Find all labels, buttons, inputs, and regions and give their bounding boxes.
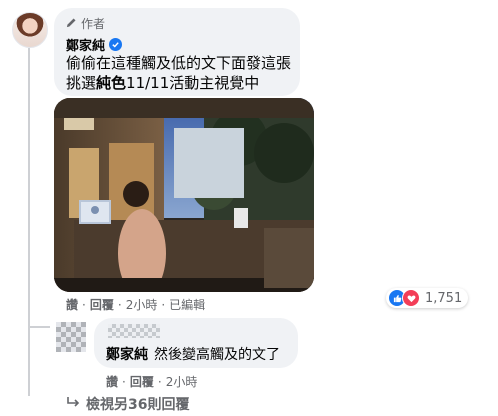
- reply-like-button[interactable]: 讚: [106, 373, 118, 390]
- author-name-label[interactable]: 鄭家純: [66, 35, 105, 54]
- author-badge: 作者: [66, 15, 105, 32]
- pencil-icon: [66, 17, 77, 31]
- verified-icon: [109, 38, 123, 51]
- reply-button[interactable]: 回覆: [90, 296, 114, 313]
- reply-author-blurred[interactable]: [108, 324, 160, 338]
- like-button[interactable]: 讚: [66, 296, 78, 313]
- timestamp[interactable]: 2小時: [126, 296, 158, 313]
- reply-body: 然後變高觸及的文了: [154, 347, 280, 363]
- comment-photo[interactable]: [54, 98, 314, 292]
- reply-arrow-icon: [66, 396, 80, 412]
- view-more-label[interactable]: 檢視另36則回覆: [86, 394, 189, 414]
- author-name[interactable]: 鄭家純: [66, 35, 123, 54]
- thread-branch: [28, 326, 50, 328]
- reaction-count: 1,751: [425, 290, 463, 306]
- comment-actions: 讚 · 回覆 · 2小時 · 已編輯: [66, 296, 206, 313]
- reply-reply-button[interactable]: 回覆: [130, 373, 154, 390]
- reply-timestamp[interactable]: 2小時: [166, 373, 198, 390]
- comment-line-2: 挑選純色11/11活動主視覺中: [66, 74, 260, 92]
- reply-text: 鄭家純 然後變高觸及的文了: [106, 344, 280, 364]
- reaction-summary[interactable]: 1,751: [386, 288, 469, 308]
- comment-line-1: 偷偷在這種觸及低的文下面發這張: [66, 54, 292, 72]
- comment-bubble: 作者 鄭家純 偷偷在這種觸及低的文下面發這張 挑選純色11/11活動主視覺中: [54, 8, 300, 96]
- photo-scene: [54, 98, 314, 292]
- reply-mention[interactable]: 鄭家純: [106, 344, 148, 364]
- avatar[interactable]: [12, 12, 48, 48]
- highlight-text[interactable]: 純色: [96, 74, 126, 92]
- reply-actions: 讚 · 回覆 · 2小時: [106, 373, 198, 390]
- love-reaction-icon: [402, 289, 420, 307]
- thread-line: [28, 48, 30, 396]
- view-more-replies[interactable]: 檢視另36則回覆: [66, 394, 189, 414]
- author-badge-label: 作者: [81, 17, 106, 31]
- reply-avatar[interactable]: [56, 322, 86, 352]
- comment-text: 偷偷在這種觸及低的文下面發這張 挑選純色11/11活動主視覺中: [66, 53, 296, 93]
- edited-label[interactable]: 已編輯: [169, 296, 205, 313]
- reply-bubble: 鄭家純 然後變高觸及的文了: [94, 318, 298, 368]
